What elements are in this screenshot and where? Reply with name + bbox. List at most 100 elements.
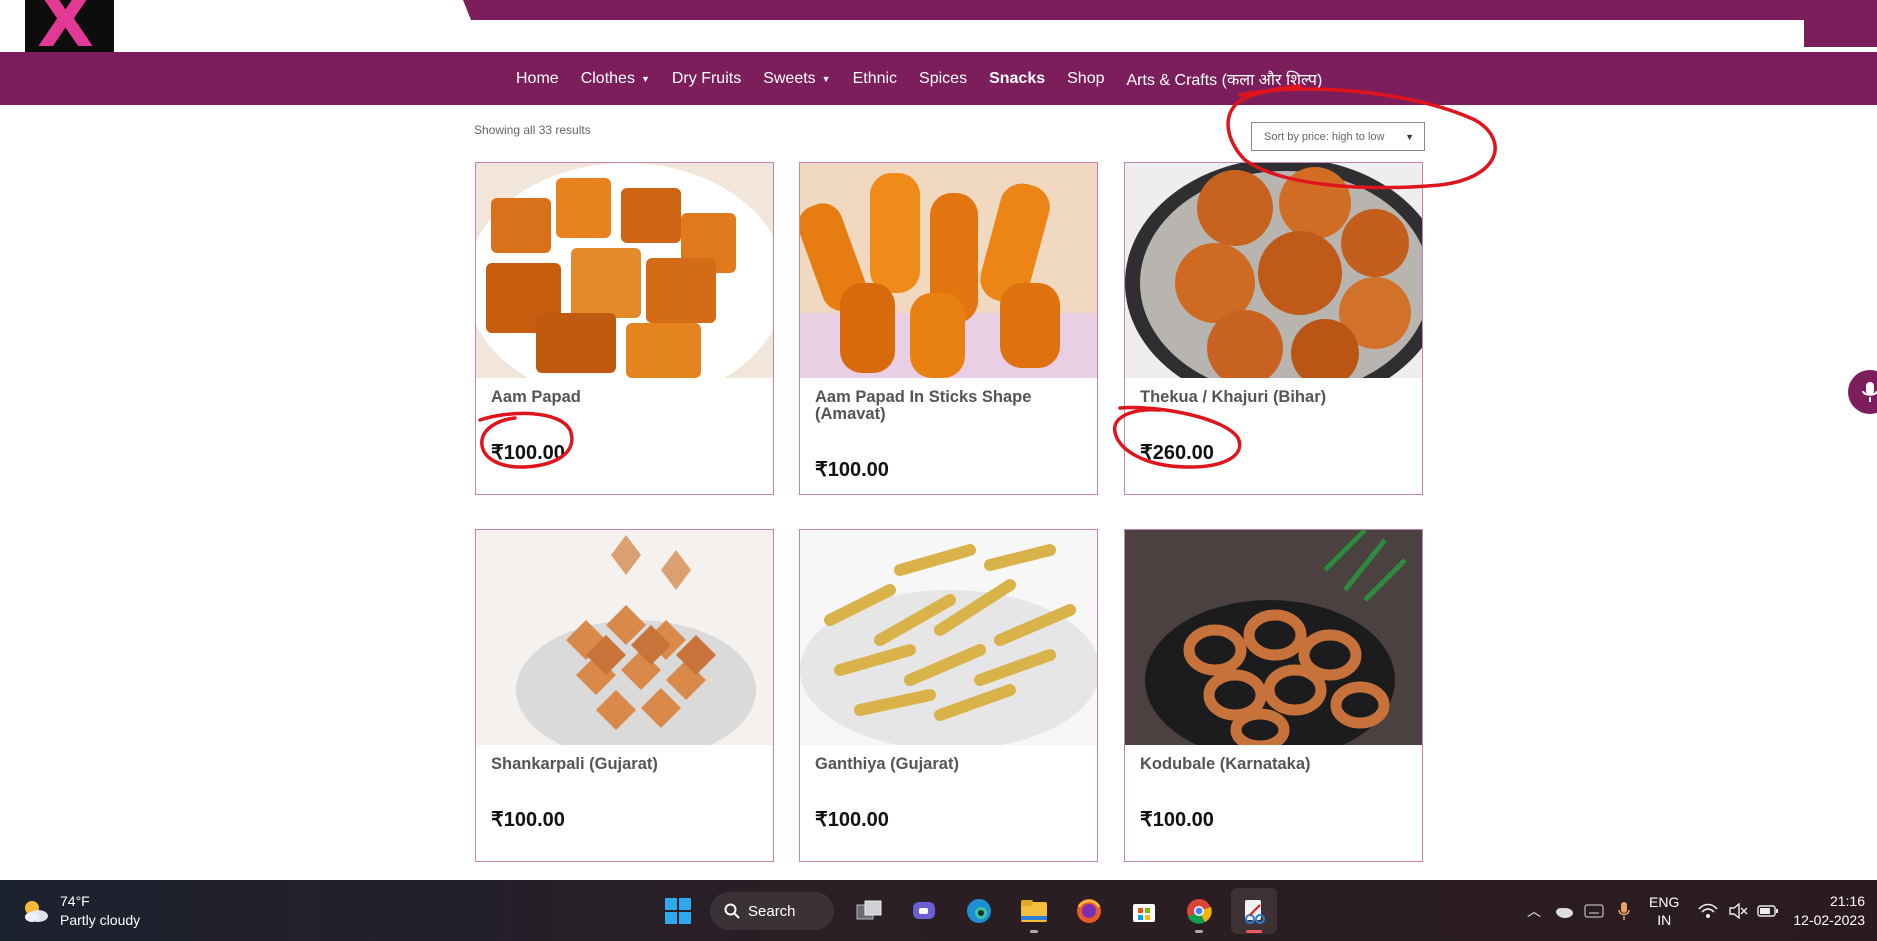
product-card[interactable]: Kodubale (Karnataka) ₹100.00 [1124, 529, 1423, 862]
nav-home[interactable]: Home [516, 70, 559, 88]
keyboard-icon[interactable] [1579, 904, 1609, 918]
weather-desc: Partly cloudy [60, 912, 141, 928]
windows-start-button[interactable] [655, 888, 701, 934]
product-image-kodubale[interactable] [1125, 530, 1422, 745]
taskbar-search[interactable]: Search [710, 892, 834, 930]
nav-clothes-label: Clothes [580, 69, 635, 87]
firefox-button[interactable] [1066, 888, 1112, 934]
product-image-thekua[interactable] [1125, 163, 1422, 378]
lang-line2: IN [1657, 911, 1672, 928]
nav-spices-label: Spices [919, 69, 968, 87]
nav-ethnic-label: Ethnic [852, 69, 898, 87]
product-image-ganthiya[interactable] [800, 530, 1097, 745]
onedrive-icon[interactable] [1549, 904, 1579, 918]
task-view-icon [856, 900, 882, 920]
sort-dropdown[interactable]: Sort by price: high to low ▼ [1251, 122, 1425, 151]
store-icon [1133, 904, 1155, 922]
product-name[interactable]: Ganthiya (Gujarat) [815, 756, 1080, 773]
product-card[interactable]: Thekua / Khajuri (Bihar) ₹260.00 [1124, 162, 1423, 495]
weather-temp: 74°F [60, 893, 90, 909]
product-image-aam-papad-sticks[interactable] [800, 163, 1097, 378]
lang-line1: ENG [1649, 893, 1680, 910]
product-card[interactable]: Aam Papad ₹100.00 [475, 162, 774, 495]
site-logo[interactable]: X [25, 0, 114, 52]
firefox-icon [1077, 899, 1101, 923]
browser-page: X Home Clothes ▼ Dry Fruits Sweets ▼ Ethni… [0, 0, 1877, 941]
store-button[interactable] [1121, 888, 1167, 934]
nav-dry-fruits[interactable]: Dry Fruits [672, 70, 741, 88]
chrome-icon [1187, 899, 1212, 924]
nav-arts-crafts-label: Arts & Crafts (कला और शिल्प) [1126, 71, 1323, 89]
task-view-button[interactable] [846, 888, 892, 934]
caret-down-icon: ▼ [821, 73, 831, 84]
weather-widget[interactable]: 74°F Partly cloudy [20, 892, 140, 930]
nav-ethnic[interactable]: Ethnic [853, 70, 897, 88]
product-price: ₹100.00 [1140, 809, 1214, 831]
nav-arts-crafts[interactable]: Arts & Crafts (कला और शिल्प) [1127, 68, 1323, 90]
product-image-shankarpali[interactable] [476, 530, 773, 745]
product-name[interactable]: Shankarpali (Gujarat) [491, 756, 756, 773]
nav-snacks[interactable]: Snacks [989, 70, 1045, 88]
microphone-icon[interactable] [1609, 901, 1639, 921]
windows-taskbar: 74°F Partly cloudy Search ︿ ENG IN 21:16… [0, 880, 1877, 941]
header-band [463, 0, 1877, 20]
nav-spices[interactable]: Spices [919, 70, 967, 88]
results-count: Showing all 33 results [474, 123, 591, 137]
clock-date: 12-02-2023 [1793, 911, 1865, 928]
nav-shop[interactable]: Shop [1067, 70, 1104, 88]
nav-clothes[interactable]: Clothes ▼ [581, 70, 650, 88]
chrome-button[interactable] [1176, 888, 1222, 934]
partly-cloudy-icon [25, 901, 48, 922]
product-name[interactable]: Aam Papad In Sticks Shape (Amavat) [815, 389, 1080, 423]
edge-button[interactable] [956, 888, 1002, 934]
product-name[interactable]: Kodubale (Karnataka) [1140, 756, 1405, 773]
clock-time: 21:16 [1829, 892, 1865, 909]
product-price: ₹100.00 [815, 809, 889, 831]
system-tray: ︿ ENG IN 21:16 12-02-2023 [1519, 880, 1877, 941]
search-icon [724, 903, 740, 919]
product-price: ₹100.00 [491, 442, 565, 464]
product-name[interactable]: Thekua / Khajuri (Bihar) [1140, 389, 1405, 406]
caret-down-icon: ▼ [640, 73, 650, 84]
product-price: ₹260.00 [1140, 442, 1214, 464]
main-nav: Home Clothes ▼ Dry Fruits Sweets ▼ Ethnic … [0, 52, 1877, 105]
nav-snacks-label: Snacks [989, 69, 1046, 87]
chat-icon [913, 902, 935, 919]
search-label: Search [748, 902, 796, 920]
running-indicator [1195, 930, 1203, 933]
battery-icon[interactable] [1753, 904, 1783, 917]
caret-down-icon: ▼ [1405, 132, 1414, 142]
chevron-up-icon[interactable]: ︿ [1519, 901, 1549, 921]
nav-shop-label: Shop [1067, 69, 1105, 87]
active-indicator [1246, 930, 1262, 933]
sort-selected-label: Sort by price: high to low [1264, 130, 1385, 143]
chat-button[interactable] [901, 888, 947, 934]
site-header: X [0, 0, 1877, 52]
product-price: ₹100.00 [491, 809, 565, 831]
product-card[interactable]: Ganthiya (Gujarat) ₹100.00 [799, 529, 1098, 862]
header-band-right [1804, 0, 1877, 47]
snipping-tool-button[interactable] [1231, 888, 1277, 934]
language-indicator[interactable]: ENG IN [1649, 893, 1679, 929]
product-name[interactable]: Aam Papad [491, 389, 756, 406]
nav-home-label: Home [516, 69, 559, 87]
volume-muted-icon[interactable] [1723, 902, 1753, 919]
voice-search-button[interactable] [1848, 370, 1877, 414]
nav-dry-fruits-label: Dry Fruits [671, 69, 742, 87]
product-card[interactable]: Aam Papad In Sticks Shape (Amavat) ₹100.… [799, 162, 1098, 495]
taskbar-apps: Search [655, 888, 1286, 934]
edge-icon [967, 899, 991, 923]
nav-sweets[interactable]: Sweets ▼ [763, 70, 830, 88]
file-explorer-button[interactable] [1011, 888, 1057, 934]
product-card[interactable]: Shankarpali (Gujarat) ₹100.00 [475, 529, 774, 862]
product-image-aam-papad[interactable] [476, 163, 773, 378]
running-indicator [1030, 930, 1038, 933]
snipping-tool-icon [1245, 900, 1265, 924]
system-clock[interactable]: 21:16 12-02-2023 [1793, 892, 1865, 930]
nav-sweets-label: Sweets [763, 69, 816, 87]
file-explorer-icon [1021, 900, 1047, 922]
product-price: ₹100.00 [815, 459, 889, 481]
microphone-icon [1862, 382, 1877, 402]
windows-start-icon [665, 898, 691, 924]
wifi-icon[interactable] [1693, 903, 1723, 919]
